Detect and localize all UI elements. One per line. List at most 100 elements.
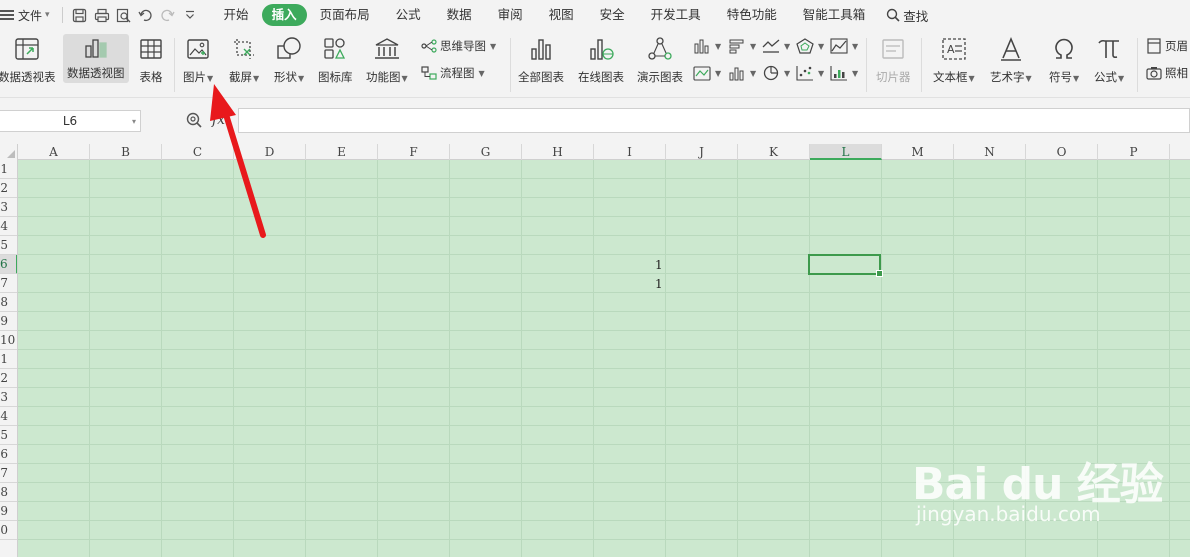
stock-chart-button[interactable]: ▼ (693, 65, 721, 81)
symbol-button[interactable]: 符号▼ (1049, 34, 1079, 85)
column-header-f[interactable]: F (378, 144, 450, 160)
tab-smart-toolbox[interactable]: 智能工具箱 (790, 4, 879, 26)
radar-chart-button[interactable]: ▼ (796, 38, 824, 54)
flowchart-button[interactable]: 流程图 ▼ (421, 65, 485, 81)
tab-page-layout[interactable]: 页面布局 (307, 4, 383, 26)
flowchart-icon (421, 66, 437, 80)
column-chart-button[interactable]: ▼ (693, 38, 721, 54)
column-header-g[interactable]: G (450, 144, 522, 160)
pie-chart-button[interactable]: ▼ (762, 65, 790, 81)
column-header-n[interactable]: N (954, 144, 1026, 160)
other-chart-icon (830, 66, 847, 81)
row-header[interactable]: 5 (0, 236, 17, 255)
row-header-selected[interactable]: 6 (0, 255, 17, 274)
text-box-button[interactable]: A 文本框▼ (933, 34, 975, 85)
file-menu[interactable]: 文件 ▾ (18, 7, 56, 24)
column-header-e[interactable]: E (306, 144, 378, 160)
scatter-chart-button[interactable]: ▼ (796, 65, 824, 81)
print-icon[interactable] (91, 4, 113, 26)
column-header-m[interactable]: M (882, 144, 954, 160)
tab-view[interactable]: 视图 (536, 4, 587, 26)
ribbon: 数据透视表 数据透视图 表格 图片▼ 截屏▼ 形状▼ 图标库 功能图▼ 思维导图… (0, 30, 1190, 98)
column-header-c[interactable]: C (162, 144, 234, 160)
row-header[interactable]: 0 (0, 521, 17, 540)
column-header-h[interactable]: H (522, 144, 594, 160)
picture-label: 图片▼ (183, 70, 214, 84)
customize-toolbar-icon[interactable] (179, 4, 201, 26)
table-button[interactable]: 表格 (136, 34, 166, 85)
tab-special-features[interactable]: 特色功能 (714, 4, 790, 26)
print-preview-icon[interactable] (113, 4, 135, 26)
save-icon[interactable] (69, 4, 91, 26)
redo-icon[interactable] (157, 4, 179, 26)
column-header-j[interactable]: J (666, 144, 738, 160)
row-header[interactable]: 8 (0, 483, 17, 502)
cell-j7[interactable]: 1 (655, 277, 663, 291)
row-header[interactable]: 10 (0, 331, 17, 350)
row-header[interactable]: 5 (0, 426, 17, 445)
undo-icon[interactable] (135, 4, 157, 26)
row-header[interactable]: 6 (0, 445, 17, 464)
row-header[interactable]: 7 (0, 464, 17, 483)
select-all-corner[interactable] (0, 144, 18, 160)
column-header-p[interactable]: P (1098, 144, 1170, 160)
row-header[interactable]: 3 (0, 388, 17, 407)
bar-chart-button[interactable]: ▼ (728, 38, 756, 54)
line-chart-button[interactable]: ▼ (762, 38, 790, 54)
mind-map-button[interactable]: 思维导图 ▼ (421, 38, 496, 54)
row-header[interactable]: 7 (0, 274, 17, 293)
fx-icon[interactable]: fx (212, 112, 225, 128)
screenshot-button[interactable]: 截屏▼ (229, 34, 259, 85)
name-box[interactable]: L6 ▾ (0, 110, 141, 132)
shapes-button[interactable]: 形状▼ (274, 34, 304, 85)
area-chart-button[interactable]: ▼ (830, 38, 858, 54)
column-header-o[interactable]: O (1026, 144, 1098, 160)
row-header[interactable]: 9 (0, 312, 17, 331)
word-art-button[interactable]: 艺术字▼ (990, 34, 1032, 85)
slicer-button[interactable]: 切片器 (876, 34, 911, 85)
tab-home[interactable]: 开始 (211, 4, 262, 26)
zoom-icon[interactable] (186, 112, 202, 128)
row-header[interactable]: 2 (0, 179, 17, 198)
function-chart-button[interactable]: 功能图▼ (366, 34, 408, 85)
tab-insert[interactable]: 插入 (261, 4, 307, 26)
tab-security[interactable]: 安全 (587, 4, 638, 26)
row-header[interactable]: 1 (0, 160, 17, 179)
cell-grid[interactable]: 1 1 (18, 160, 1190, 557)
other-chart-button[interactable]: ▼ (830, 65, 858, 81)
cell-j6[interactable]: 1 (655, 258, 663, 272)
combo-chart-button[interactable]: ▼ (728, 65, 756, 81)
find-button[interactable]: 查找 (878, 6, 928, 25)
all-charts-button[interactable]: 全部图表 (518, 34, 564, 85)
row-header[interactable]: 8 (0, 293, 17, 312)
pivot-table-button[interactable]: 数据透视表 (0, 34, 56, 85)
row-header[interactable]: 3 (0, 198, 17, 217)
tab-review[interactable]: 审阅 (485, 4, 536, 26)
formula-button[interactable]: 公式▼ (1094, 34, 1124, 85)
row-header[interactable]: 9 (0, 502, 17, 521)
icon-library-button[interactable]: 图标库 (318, 34, 353, 85)
online-charts-button[interactable]: 在线图表 (578, 34, 624, 85)
active-cell-l6[interactable] (808, 254, 883, 277)
column-header-l[interactable]: L (810, 144, 882, 160)
row-header[interactable]: 4 (0, 217, 17, 236)
column-header-i[interactable]: I (594, 144, 666, 160)
tab-formulas[interactable]: 公式 (383, 4, 434, 26)
column-header-d[interactable]: D (234, 144, 306, 160)
row-header[interactable]: 1 (0, 350, 17, 369)
camera-button[interactable]: 照相 (1146, 65, 1188, 81)
column-header-b[interactable]: B (90, 144, 162, 160)
header-footer-button[interactable]: 页眉 (1146, 38, 1188, 54)
column-header-k[interactable]: K (738, 144, 810, 160)
row-header[interactable]: 2 (0, 369, 17, 388)
chevron-down-icon[interactable]: ▾ (132, 117, 136, 126)
picture-button[interactable]: 图片▼ (183, 34, 213, 85)
tab-data[interactable]: 数据 (434, 4, 485, 26)
tab-developer[interactable]: 开发工具 (638, 4, 714, 26)
demo-charts-button[interactable]: 演示图表 (637, 34, 683, 85)
column-header-a[interactable]: A (18, 144, 90, 160)
pivot-chart-button[interactable]: 数据透视图 (63, 34, 129, 83)
row-header[interactable]: 4 (0, 407, 17, 426)
formula-input[interactable] (238, 108, 1190, 133)
hamburger-menu-icon[interactable] (0, 10, 14, 20)
